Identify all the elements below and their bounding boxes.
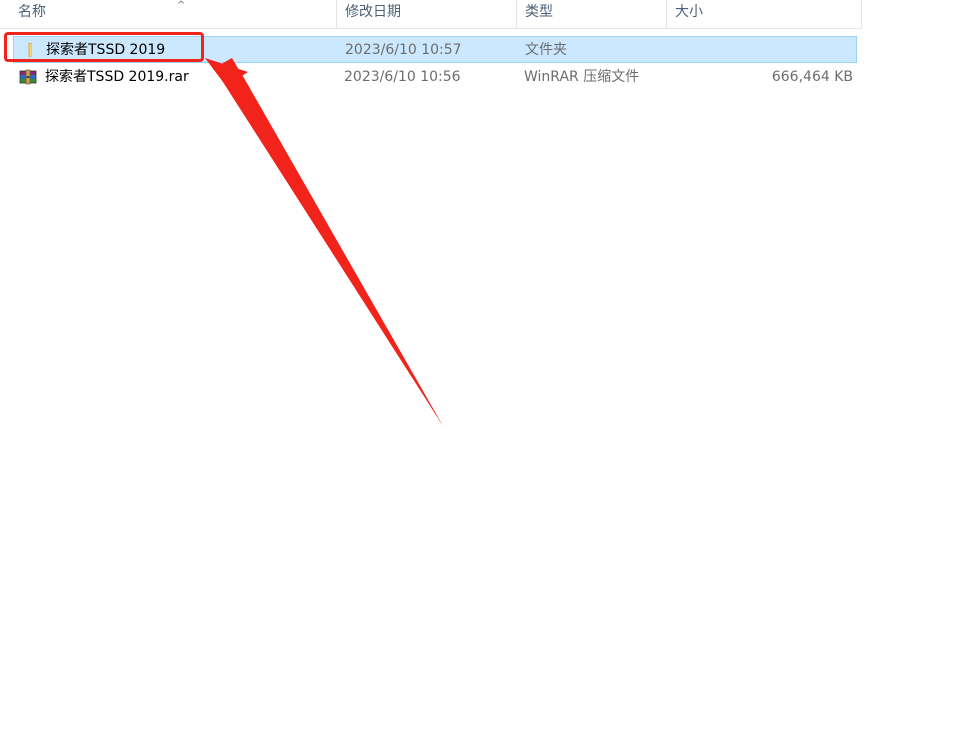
file-date: 2023/6/10 10:57 <box>345 42 462 58</box>
column-header-date-label: 修改日期 <box>345 4 401 20</box>
file-explorer-window: 名称 ^ 修改日期 类型 大小 探索者TSSD 2019 2023/6/10 1… <box>0 0 980 750</box>
file-type: WinRAR 压缩文件 <box>524 69 640 85</box>
sort-ascending-icon: ^ <box>177 0 186 11</box>
file-date: 2023/6/10 10:56 <box>344 69 461 85</box>
column-header-name-label: 名称 <box>18 4 46 20</box>
folder-icon <box>28 43 32 57</box>
winrar-archive-icon <box>19 69 37 85</box>
file-type: 文件夹 <box>525 42 567 58</box>
column-header-size-label: 大小 <box>675 4 703 20</box>
column-header-bar: 名称 ^ 修改日期 类型 大小 <box>0 0 862 29</box>
annotation-arrow-icon <box>205 58 443 426</box>
column-header-date[interactable]: 修改日期 <box>337 0 517 28</box>
column-header-type-label: 类型 <box>525 4 553 20</box>
file-row-folder[interactable]: 探索者TSSD 2019 2023/6/10 10:57 文件夹 <box>13 36 857 63</box>
column-header-type[interactable]: 类型 <box>517 0 667 28</box>
file-name: 探索者TSSD 2019 <box>46 42 166 58</box>
file-row-archive[interactable]: 探索者TSSD 2019.rar 2023/6/10 10:56 WinRAR … <box>13 64 857 91</box>
column-header-name[interactable]: 名称 ^ <box>10 0 337 28</box>
column-header-size[interactable]: 大小 <box>667 0 862 28</box>
file-name: 探索者TSSD 2019.rar <box>45 69 189 85</box>
file-size: 666,464 KB <box>771 69 853 85</box>
